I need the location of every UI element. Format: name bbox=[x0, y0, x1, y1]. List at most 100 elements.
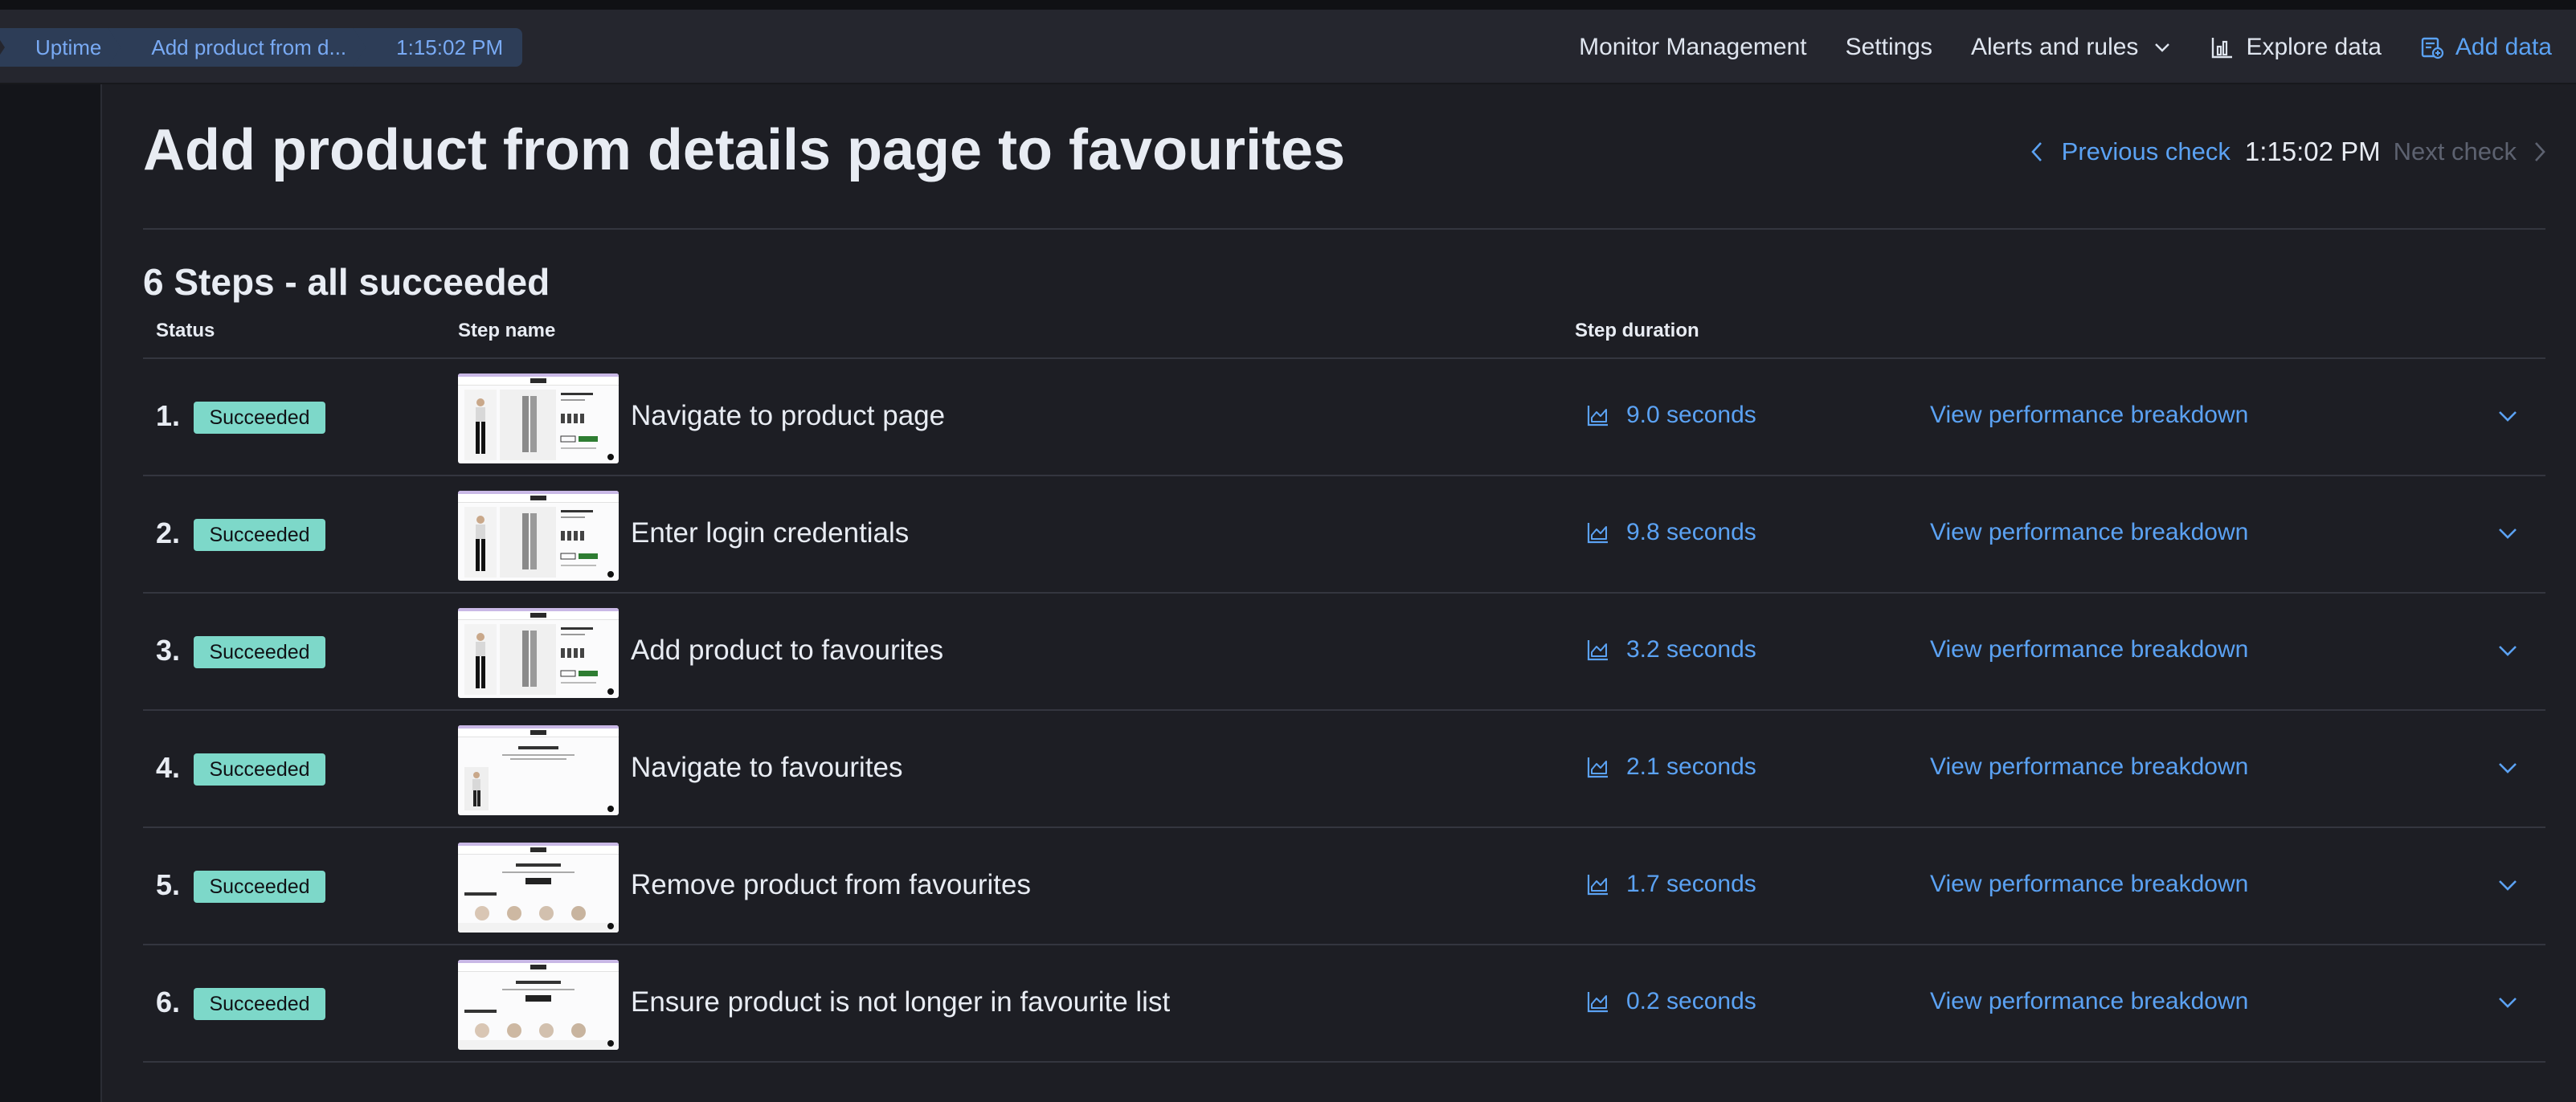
settings-link[interactable]: Settings bbox=[1846, 34, 1932, 61]
next-check-label: Next check bbox=[2393, 137, 2517, 165]
chevron-down-icon bbox=[2499, 763, 2517, 773]
alerts-and-rules-menu[interactable]: Alerts and rules bbox=[1971, 34, 2172, 61]
step-name: Navigate to favourites bbox=[631, 752, 903, 783]
chevron-down-icon bbox=[2499, 880, 2517, 891]
status-badge: Succeeded bbox=[194, 988, 325, 1020]
current-check-time: 1:15:02 PM bbox=[2244, 137, 2381, 166]
step-screenshot-thumbnail[interactable] bbox=[458, 608, 619, 698]
step-row: 6. Succeeded Ensure product is not longer … bbox=[143, 945, 2545, 1063]
check-navigation: Previous check 1:15:02 PM Next check bbox=[2030, 137, 2547, 167]
step-duration-link[interactable]: 1.7 seconds bbox=[1586, 871, 1756, 898]
monitor-management-label: Monitor Management bbox=[1579, 33, 1807, 60]
expand-row-button[interactable] bbox=[2496, 756, 2520, 784]
area-chart-icon bbox=[1587, 992, 1608, 1013]
column-header-step-name: Step name bbox=[458, 320, 556, 341]
expand-row-button[interactable] bbox=[2496, 639, 2520, 667]
step-duration-link[interactable]: 9.0 seconds bbox=[1586, 402, 1756, 429]
step-row: 5. Succeeded Remove product from favourite… bbox=[143, 828, 2545, 945]
step-screenshot-thumbnail[interactable] bbox=[458, 843, 619, 933]
view-performance-breakdown-link[interactable]: View performance breakdown bbox=[1930, 753, 2248, 781]
step-number: 2. bbox=[156, 516, 181, 549]
chevron-down-icon bbox=[2499, 529, 2517, 539]
area-chart-icon bbox=[1587, 757, 1608, 778]
chevron-left-icon bbox=[2030, 142, 2042, 161]
step-screenshot-thumbnail[interactable] bbox=[458, 960, 619, 1050]
step-duration: 2.1 seconds bbox=[1626, 753, 1756, 780]
step-row: 4. Succeeded Navigate to favourites 2.1 sec… bbox=[143, 711, 2545, 828]
title-divider bbox=[143, 228, 2545, 230]
view-performance-breakdown-link[interactable]: View performance breakdown bbox=[1930, 636, 2248, 663]
side-navigation bbox=[0, 84, 102, 1102]
chevron-down-icon bbox=[2499, 998, 2517, 1008]
step-number: 4. bbox=[156, 751, 181, 784]
page-title: Add product from details page to favouri… bbox=[143, 118, 1346, 182]
step-number: 5. bbox=[156, 868, 181, 901]
step-duration: 3.2 seconds bbox=[1626, 636, 1756, 663]
status-badge: Succeeded bbox=[194, 519, 325, 551]
explore-data-link[interactable]: Explore data bbox=[2210, 33, 2382, 61]
add-data-label: Add data bbox=[2455, 33, 2552, 60]
chevron-down-icon bbox=[2155, 43, 2170, 52]
step-name: Add product to favourites bbox=[631, 635, 944, 666]
settings-label: Settings bbox=[1845, 33, 1932, 60]
view-performance-breakdown-link[interactable]: View performance breakdown bbox=[1930, 871, 2248, 898]
step-screenshot-thumbnail[interactable] bbox=[458, 373, 619, 463]
step-screenshot-thumbnail[interactable] bbox=[458, 725, 619, 815]
status-badge: Succeeded bbox=[194, 871, 325, 903]
previous-check-button[interactable]: Previous check bbox=[2030, 137, 2230, 166]
step-duration: 9.0 seconds bbox=[1626, 402, 1756, 428]
top-strip bbox=[0, 0, 2576, 10]
step-name: Enter login credentials bbox=[631, 517, 910, 549]
column-header-step-duration: Step duration bbox=[1575, 320, 1699, 341]
step-duration-link[interactable]: 0.2 seconds bbox=[1586, 988, 1756, 1015]
explore-data-label: Explore data bbox=[2246, 33, 2382, 60]
view-performance-breakdown-link[interactable]: View performance breakdown bbox=[1930, 519, 2248, 546]
breadcrumb-check-time[interactable]: 1:15:02 PM bbox=[353, 28, 523, 67]
view-performance-breakdown-link[interactable]: View performance breakdown bbox=[1930, 402, 2248, 429]
step-duration-link[interactable]: 3.2 seconds bbox=[1586, 636, 1756, 663]
view-performance-breakdown-link[interactable]: View performance breakdown bbox=[1930, 988, 2248, 1015]
add-data-icon bbox=[2421, 37, 2443, 59]
expand-row-button[interactable] bbox=[2496, 990, 2520, 1018]
alerts-and-rules-label: Alerts and rules bbox=[1971, 33, 2139, 60]
column-header-status: Status bbox=[156, 320, 215, 341]
monitor-management-link[interactable]: Monitor Management bbox=[1579, 34, 1806, 61]
chart-icon bbox=[2212, 37, 2233, 58]
step-name: Remove product from favourites bbox=[631, 869, 1031, 900]
area-chart-icon bbox=[1587, 406, 1608, 427]
step-duration-link[interactable]: 9.8 seconds bbox=[1586, 519, 1756, 546]
area-chart-icon bbox=[1587, 875, 1608, 896]
breadcrumb-monitor[interactable]: Add product from d... bbox=[108, 28, 370, 67]
chevron-right-icon bbox=[2535, 142, 2545, 161]
expand-row-button[interactable] bbox=[2496, 873, 2520, 901]
step-duration-link[interactable]: 2.1 seconds bbox=[1586, 753, 1756, 781]
expand-row-button[interactable] bbox=[2496, 404, 2520, 432]
area-chart-icon bbox=[1587, 523, 1608, 544]
step-duration: 9.8 seconds bbox=[1626, 519, 1756, 545]
next-check-button: Next check bbox=[2394, 137, 2547, 166]
step-name: Navigate to product page bbox=[631, 400, 946, 431]
step-row: 1. Succeeded Navigate to product page 9.0 s… bbox=[143, 359, 2545, 476]
step-row: 3. Succeeded Add product to favourites 3.2 … bbox=[143, 594, 2545, 711]
step-row: 2. Succeeded Enter login credentials 9.8 se… bbox=[143, 476, 2545, 594]
step-number: 1. bbox=[156, 399, 181, 432]
step-duration: 0.2 seconds bbox=[1626, 988, 1756, 1014]
app-header: Uptime Add product from d... 1:15:02 PM … bbox=[0, 10, 2576, 84]
step-number: 6. bbox=[156, 986, 181, 1018]
chevron-down-icon bbox=[2499, 646, 2517, 656]
step-number: 3. bbox=[156, 634, 181, 667]
chevron-down-icon bbox=[2499, 411, 2517, 422]
steps-summary: 6 Steps - all succeeded bbox=[143, 261, 550, 303]
expand-row-button[interactable] bbox=[2496, 521, 2520, 549]
step-name: Ensure product is not longer in favourit… bbox=[631, 986, 1171, 1018]
breadcrumb-uptime[interactable]: Uptime bbox=[0, 28, 125, 67]
status-badge: Succeeded bbox=[194, 402, 325, 434]
breadcrumb: Uptime Add product from d... 1:15:02 PM bbox=[0, 28, 523, 67]
step-duration: 1.7 seconds bbox=[1626, 871, 1756, 897]
add-data-link[interactable]: Add data bbox=[2420, 34, 2552, 61]
status-badge: Succeeded bbox=[194, 753, 325, 786]
area-chart-icon bbox=[1587, 640, 1608, 661]
previous-check-label: Previous check bbox=[2061, 137, 2230, 165]
step-screenshot-thumbnail[interactable] bbox=[458, 491, 619, 581]
status-badge: Succeeded bbox=[194, 636, 325, 668]
